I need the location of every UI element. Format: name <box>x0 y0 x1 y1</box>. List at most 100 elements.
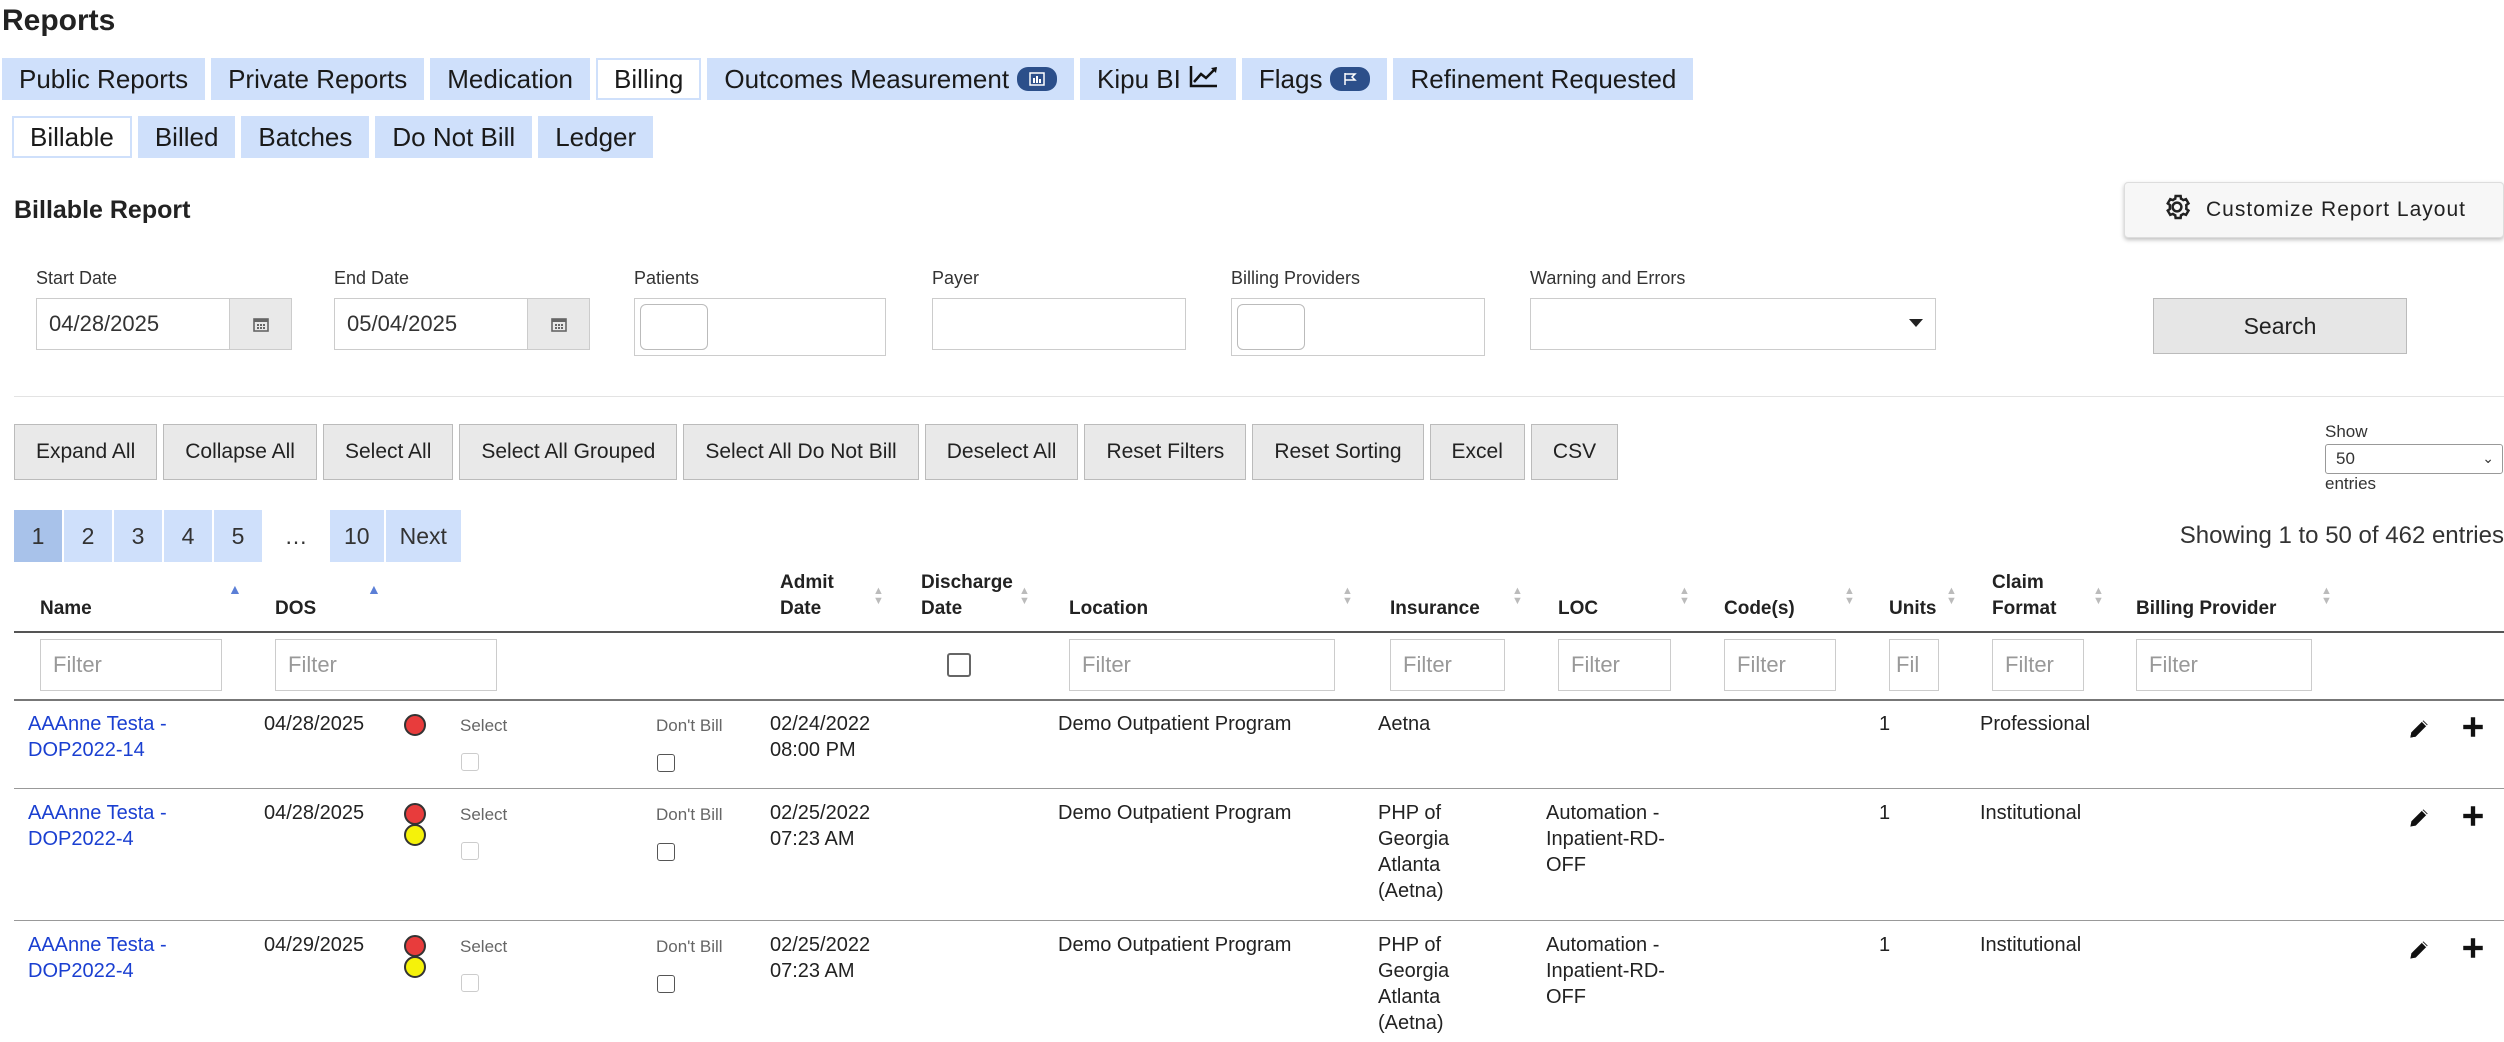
sort-both-icon[interactable]: ▲ ▼ <box>873 586 884 607</box>
main-tabs: Public Reports Private Reports Medicatio… <box>2 58 1694 100</box>
insurance-filter-input[interactable]: Filter <box>1390 639 1505 691</box>
patient-name-link[interactable]: AAAnne Testa - DOP2022-4 <box>28 800 167 852</box>
sort-both-icon[interactable]: ▲ ▼ <box>1679 586 1690 607</box>
reset-filters-button[interactable]: Reset Filters <box>1084 424 1247 480</box>
warnings-select[interactable] <box>1530 298 1936 350</box>
dont-bill-checkbox[interactable] <box>657 975 675 993</box>
sort-asc-icon[interactable]: ▲ <box>367 582 381 596</box>
plus-icon[interactable] <box>2460 714 2488 742</box>
sort-both-icon[interactable]: ▲ ▼ <box>1946 586 1957 607</box>
dont-bill-checkbox[interactable] <box>657 754 675 772</box>
warnings-label: Warning and Errors <box>1530 268 1686 288</box>
plus-icon[interactable] <box>2460 935 2488 963</box>
search-button[interactable]: Search <box>2153 298 2407 354</box>
codes-filter-input[interactable]: Filter <box>1724 639 1836 691</box>
patients-select[interactable] <box>634 298 886 356</box>
csv-button[interactable]: CSV <box>1530 424 1619 480</box>
tab-billing[interactable]: Billing <box>596 58 702 100</box>
start-date-field[interactable]: 04/28/2025 <box>36 298 292 350</box>
pencil-icon[interactable] <box>2406 937 2434 965</box>
sort-both-icon[interactable]: ▲ ▼ <box>1342 586 1353 607</box>
column-header-units[interactable]: Units <box>1889 596 1937 622</box>
page-4[interactable]: 4 <box>164 510 212 562</box>
payer-input[interactable] <box>932 298 1186 350</box>
tab-kipu-bi[interactable]: Kipu BI <box>1080 58 1236 100</box>
calendar-icon[interactable] <box>527 299 589 349</box>
pencil-icon[interactable] <box>2406 805 2434 833</box>
tab-billed[interactable]: Billed <box>137 116 236 158</box>
deselect-all-button[interactable]: Deselect All <box>924 424 1079 480</box>
location-filter-input[interactable]: Filter <box>1069 639 1335 691</box>
next-page-button[interactable]: Next <box>385 510 461 562</box>
pencil-icon[interactable] <box>2406 716 2434 744</box>
dont-bill-checkbox[interactable] <box>657 843 675 861</box>
patient-name-link[interactable]: AAAnne Testa - DOP2022-4 <box>28 932 167 984</box>
tab-ledger[interactable]: Ledger <box>538 116 654 158</box>
column-header-admit-date[interactable]: Admit Date <box>780 570 834 622</box>
select-all-grouped-button[interactable]: Select All Grouped <box>459 424 678 480</box>
patient-name-link[interactable]: AAAnne Testa - DOP2022-14 <box>28 711 167 763</box>
column-header-insurance[interactable]: Insurance <box>1390 596 1480 622</box>
expand-all-button[interactable]: Expand All <box>14 424 158 480</box>
dos-value: 04/28/2025 <box>264 802 365 824</box>
sort-both-icon[interactable]: ▲ ▼ <box>2093 586 2104 607</box>
tab-batches[interactable]: Batches <box>241 116 370 158</box>
column-header-dos[interactable]: DOS <box>275 596 316 622</box>
tab-refinement-requested[interactable]: Refinement Requested <box>1393 58 1694 100</box>
collapse-all-button[interactable]: Collapse All <box>163 424 317 480</box>
discharge-filter-checkbox[interactable] <box>947 653 971 677</box>
select-all-do-not-bill-button[interactable]: Select All Do Not Bill <box>683 424 919 480</box>
reset-sorting-button[interactable]: Reset Sorting <box>1252 424 1424 480</box>
start-date-value[interactable]: 04/28/2025 <box>37 299 229 349</box>
sort-both-icon[interactable]: ▲ ▼ <box>2321 586 2332 607</box>
calendar-icon[interactable] <box>229 299 291 349</box>
customize-report-layout-button[interactable]: Customize Report Layout <box>2124 182 2504 238</box>
page-3[interactable]: 3 <box>114 510 162 562</box>
excel-button[interactable]: Excel <box>1429 424 1525 480</box>
admit-line: 08:00 PM <box>770 739 856 761</box>
select-checkbox[interactable] <box>461 842 479 860</box>
tab-private-reports[interactable]: Private Reports <box>211 58 425 100</box>
sort-both-icon[interactable]: ▲ ▼ <box>1512 586 1523 607</box>
tab-billable[interactable]: Billable <box>12 116 132 158</box>
column-header-name[interactable]: Name <box>40 596 92 622</box>
loc-filter-input[interactable]: Filter <box>1558 639 1671 691</box>
end-date-value[interactable]: 05/04/2025 <box>335 299 527 349</box>
header-divider <box>14 631 2504 633</box>
tab-outcomes-measurement[interactable]: Outcomes Measurement <box>707 58 1075 100</box>
name-filter-input[interactable]: Filter <box>40 639 222 691</box>
page-10[interactable]: 10 <box>330 510 384 562</box>
select-checkbox[interactable] <box>461 974 479 992</box>
plus-icon[interactable] <box>2460 803 2488 831</box>
tab-public-reports[interactable]: Public Reports <box>2 58 206 100</box>
entries-select[interactable]: 50 ⌄ <box>2325 444 2503 474</box>
units-filter-input[interactable]: Fil <box>1889 639 1939 691</box>
billing-providers-select[interactable] <box>1231 298 1485 356</box>
page-5[interactable]: 5 <box>214 510 262 562</box>
sort-both-icon[interactable]: ▲ ▼ <box>1844 586 1855 607</box>
tab-do-not-bill[interactable]: Do Not Bill <box>375 116 533 158</box>
column-header-location[interactable]: Location <box>1069 596 1148 622</box>
warning-status-dot <box>404 956 426 978</box>
select-all-button[interactable]: Select All <box>322 424 454 480</box>
tab-flags[interactable]: Flags <box>1241 58 1388 100</box>
page-1[interactable]: 1 <box>14 510 62 562</box>
insurance-line: Georgia <box>1378 828 1450 850</box>
page-2[interactable]: 2 <box>64 510 112 562</box>
claim-format-filter-input[interactable]: Filter <box>1992 639 2084 691</box>
tab-medication[interactable]: Medication <box>430 58 590 100</box>
tab-label: Batches <box>258 121 353 152</box>
billing-providers-tag-input[interactable] <box>1237 304 1305 350</box>
column-header-codes[interactable]: Code(s) <box>1724 596 1795 622</box>
billing-provider-filter-input[interactable]: Filter <box>2136 639 2312 691</box>
select-checkbox[interactable] <box>461 753 479 771</box>
dos-filter-input[interactable]: Filter <box>275 639 497 691</box>
sort-asc-icon[interactable]: ▲ <box>228 582 242 596</box>
end-date-field[interactable]: 05/04/2025 <box>334 298 590 350</box>
column-header-loc[interactable]: LOC <box>1558 596 1598 622</box>
column-header-billing-provider[interactable]: Billing Provider <box>2136 596 2276 622</box>
sort-both-icon[interactable]: ▲ ▼ <box>1019 586 1030 607</box>
patients-tag-input[interactable] <box>640 304 708 350</box>
column-header-claim-format[interactable]: Claim Format <box>1992 570 2056 622</box>
column-header-discharge-date[interactable]: Discharge Date <box>921 570 1013 622</box>
